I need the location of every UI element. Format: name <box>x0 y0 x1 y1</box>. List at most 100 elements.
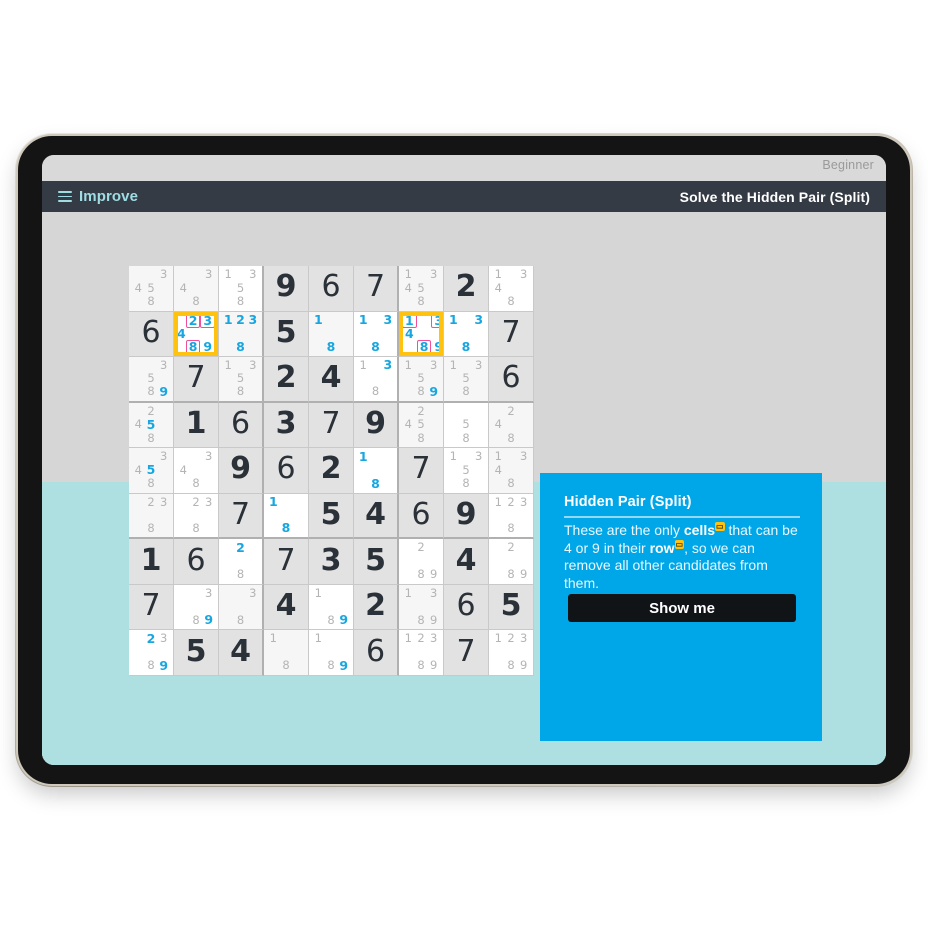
sudoku-cell-r5c5[interactable]: 2 <box>309 448 354 494</box>
sudoku-cell-r2c3[interactable]: 1238 <box>219 311 264 358</box>
sudoku-cell-r8c9[interactable]: 5 <box>489 584 534 631</box>
sudoku-cell-r4c6[interactable]: 9 <box>354 402 399 449</box>
sudoku-cell-r5c2[interactable]: 3 48 <box>174 448 219 494</box>
sudoku-cell-r7c5[interactable]: 3 <box>309 539 354 585</box>
sudoku-cell-r7c2[interactable]: 6 <box>174 539 219 585</box>
sudoku-cell-r9c4[interactable]: 18 <box>264 630 309 676</box>
sudoku-cell-r7c9[interactable]: 2 89 <box>489 539 534 585</box>
sudoku-cell-r3c2[interactable]: 7 <box>174 357 219 403</box>
sudoku-cell-r6c2[interactable]: 238 <box>174 493 219 540</box>
sudoku-cell-r9c3[interactable]: 4 <box>219 630 264 676</box>
sudoku-cell-r8c7[interactable]: 1 389 <box>399 584 444 631</box>
glossary-icon-row[interactable]: ▭ <box>674 539 685 549</box>
sudoku-board[interactable]: 3458348135896713458213486234891238518138… <box>129 266 534 676</box>
glossary-icon-cells[interactable]: ▭ <box>715 522 725 532</box>
sudoku-cell-r3c8[interactable]: 1358 <box>444 357 489 403</box>
candidate-slot <box>505 282 518 296</box>
hint-term-cells[interactable]: cells <box>684 522 715 538</box>
sudoku-cell-r3c9[interactable]: 6 <box>489 357 534 403</box>
sudoku-cell-r7c4[interactable]: 7 <box>264 539 309 585</box>
sudoku-cell-r1c3[interactable]: 1 358 <box>219 266 264 312</box>
sudoku-cell-r6c9[interactable]: 1238 <box>489 493 534 540</box>
app-header-left[interactable]: Improve <box>58 181 138 212</box>
candidate-slot <box>460 450 473 464</box>
sudoku-cell-r4c9[interactable]: 248 <box>489 402 534 449</box>
sudoku-cell-r4c4[interactable]: 3 <box>264 402 309 449</box>
sudoku-cell-r5c4[interactable]: 6 <box>264 448 309 494</box>
candidate-8: 8 <box>281 520 291 536</box>
sudoku-cell-r6c7[interactable]: 6 <box>399 493 444 540</box>
sudoku-cell-r1c8[interactable]: 2 <box>444 266 489 312</box>
sudoku-cell-r6c1[interactable]: 238 <box>129 493 174 540</box>
sudoku-cell-r7c6[interactable]: 5 <box>354 539 399 585</box>
sudoku-cell-r3c1[interactable]: 3589 <box>129 357 174 403</box>
sudoku-cell-r9c7[interactable]: 12389 <box>399 630 444 676</box>
sudoku-cell-r4c5[interactable]: 7 <box>309 402 354 449</box>
sudoku-cell-r5c3[interactable]: 9 <box>219 448 264 494</box>
sudoku-cell-r7c7[interactable]: 2 89 <box>399 539 444 585</box>
sudoku-cell-r9c6[interactable]: 6 <box>354 630 399 676</box>
candidate-slot <box>492 509 505 522</box>
sudoku-cell-r9c8[interactable]: 7 <box>444 630 489 676</box>
sudoku-cell-r7c3[interactable]: 28 <box>219 539 264 585</box>
sudoku-cell-r1c5[interactable]: 6 <box>309 266 354 312</box>
sudoku-cell-r2c9[interactable]: 7 <box>489 311 534 358</box>
sudoku-cell-r8c4[interactable]: 4 <box>264 584 309 631</box>
show-me-button[interactable]: Show me <box>568 594 796 622</box>
sudoku-cell-r8c8[interactable]: 6 <box>444 584 489 631</box>
sudoku-cell-r5c1[interactable]: 3 458 <box>129 448 174 494</box>
sudoku-cell-r8c5[interactable]: 189 <box>309 584 354 631</box>
sudoku-cell-r6c8[interactable]: 9 <box>444 493 489 540</box>
sudoku-cell-r4c3[interactable]: 6 <box>219 402 264 449</box>
sudoku-cell-r6c3[interactable]: 7 <box>219 493 264 540</box>
sudoku-cell-r8c6[interactable]: 2 <box>354 584 399 631</box>
sudoku-cell-r1c2[interactable]: 3 48 <box>174 266 219 312</box>
sudoku-cell-r3c6[interactable]: 1 38 <box>354 357 399 403</box>
sudoku-cell-r5c6[interactable]: 18 <box>354 448 399 494</box>
sudoku-cell-r9c1[interactable]: 2389 <box>129 630 174 676</box>
candidate-grid: 2458 <box>129 403 173 448</box>
sudoku-cell-r3c3[interactable]: 1358 <box>219 357 264 403</box>
hamburger-icon[interactable] <box>58 191 72 203</box>
sudoku-cell-r7c1[interactable]: 1 <box>129 539 174 585</box>
sudoku-cell-r1c1[interactable]: 3 458 <box>129 266 174 312</box>
sudoku-cell-r4c2[interactable]: 1 <box>174 402 219 449</box>
sudoku-cell-r9c9[interactable]: 12389 <box>489 630 534 676</box>
sudoku-cell-r4c1[interactable]: 2458 <box>129 402 174 449</box>
sudoku-cell-r3c5[interactable]: 4 <box>309 357 354 403</box>
sudoku-cell-r2c7[interactable]: 13489 <box>399 311 444 358</box>
sudoku-cell-r2c2[interactable]: 23489 <box>174 311 219 358</box>
cell-value: 5 <box>185 633 207 669</box>
candidate-8: 8 <box>507 658 515 673</box>
sudoku-cell-r8c1[interactable]: 7 <box>129 584 174 631</box>
sudoku-cell-r5c7[interactable]: 7 <box>399 448 444 494</box>
sudoku-cell-r6c4[interactable]: 18 <box>264 493 309 540</box>
sudoku-cell-r8c3[interactable]: 38 <box>219 584 264 631</box>
sudoku-cell-r6c5[interactable]: 5 <box>309 493 354 540</box>
sudoku-cell-r4c8[interactable]: 58 <box>444 402 489 449</box>
sudoku-cell-r7c8[interactable]: 4 <box>444 539 489 585</box>
sudoku-cell-r6c6[interactable]: 4 <box>354 493 399 540</box>
sudoku-cell-r9c5[interactable]: 189 <box>309 630 354 676</box>
sudoku-cell-r8c2[interactable]: 389 <box>174 584 219 631</box>
sudoku-cell-r5c9[interactable]: 1 3 48 <box>489 448 534 494</box>
sudoku-cell-r1c7[interactable]: 1 3 458 <box>399 266 444 312</box>
sudoku-cell-r2c8[interactable]: 138 <box>444 311 489 358</box>
candidate-slot <box>177 522 190 535</box>
sudoku-cell-r1c9[interactable]: 1 3 48 <box>489 266 534 312</box>
sudoku-cell-r1c6[interactable]: 7 <box>354 266 399 312</box>
hint-term-row[interactable]: row <box>650 540 675 556</box>
sudoku-cell-r3c4[interactable]: 2 <box>264 357 309 403</box>
sudoku-cell-r2c1[interactable]: 6 <box>129 311 174 358</box>
candidate-slot <box>402 659 415 673</box>
sudoku-cell-r3c7[interactable]: 13589 <box>399 357 444 403</box>
sudoku-cell-r4c7[interactable]: 2458 <box>399 402 444 449</box>
sudoku-cell-r2c4[interactable]: 5 <box>264 311 309 358</box>
sudoku-cell-r1c4[interactable]: 9 <box>264 266 309 312</box>
candidate-slot <box>357 477 369 491</box>
sudoku-cell-r9c2[interactable]: 5 <box>174 630 219 676</box>
sudoku-cell-r5c8[interactable]: 1 358 <box>444 448 489 494</box>
sudoku-cell-r2c6[interactable]: 138 <box>354 311 399 358</box>
sudoku-cell-r2c5[interactable]: 18 <box>309 311 354 358</box>
candidate-slot <box>292 496 305 509</box>
